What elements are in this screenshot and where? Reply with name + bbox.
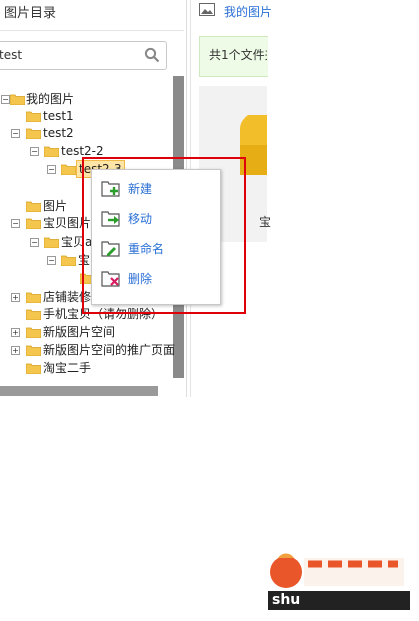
tree-node-label: 新版图片空间的推广页面: [43, 343, 176, 357]
folder-new-icon: [101, 181, 120, 197]
folder-icon: [10, 94, 25, 105]
folder-icon: [26, 111, 41, 122]
folder-delete-icon: [101, 271, 120, 287]
tree-node-label: test1: [43, 109, 74, 123]
collapse-toggle[interactable]: −: [47, 165, 56, 174]
tree-node-label: 我的图片: [26, 92, 75, 106]
collapse-toggle[interactable]: −: [47, 256, 56, 265]
collapse-toggle[interactable]: −: [30, 147, 39, 156]
collapse-toggle[interactable]: −: [11, 219, 20, 228]
expand-toggle[interactable]: +: [11, 346, 20, 355]
collapse-toggle[interactable]: −: [30, 238, 39, 247]
folder-move-icon: [101, 211, 120, 227]
expand-toggle[interactable]: +: [11, 328, 20, 337]
menu-item-rename[interactable]: 重命名: [92, 236, 220, 262]
folder-icon: [61, 255, 76, 266]
menu-item-delete[interactable]: 删除: [92, 266, 220, 292]
tree-node-label: 新版图片空间: [43, 325, 116, 339]
menu-item-label: 重命名: [128, 242, 165, 256]
tree-node-label: test2: [43, 126, 74, 140]
folder-rename-icon: [101, 241, 120, 257]
menu-item-label: 新建: [128, 182, 153, 196]
menu-item-move[interactable]: 移动: [92, 206, 220, 232]
search-input[interactable]: [0, 42, 139, 67]
search-box[interactable]: [0, 41, 167, 70]
breadcrumb[interactable]: 我的图片: [224, 3, 272, 20]
expand-toggle[interactable]: +: [11, 293, 20, 302]
search-icon[interactable]: [144, 47, 160, 63]
horizontal-scrollbar[interactable]: [0, 386, 158, 396]
folder-icon: [26, 201, 41, 212]
collapse-toggle[interactable]: −: [1, 95, 10, 104]
folder-count-text: 共1个文件夹: [209, 48, 267, 62]
divider: [0, 30, 184, 31]
folder-icon: [26, 309, 41, 320]
folder-icon: [26, 218, 41, 229]
menu-item-label: 删除: [128, 272, 153, 286]
folder-thumbnail-label: 宝: [259, 215, 272, 229]
collapse-toggle[interactable]: −: [11, 129, 20, 138]
menu-item-new[interactable]: 新建: [92, 176, 220, 202]
tree-node-label: 淘宝二手: [43, 361, 92, 375]
image-icon: [199, 3, 215, 16]
watermark-text: shu: [268, 591, 410, 610]
folder-icon: [26, 327, 41, 338]
menu-item-label: 移动: [128, 212, 153, 226]
context-menu: 新建 移动 重命名 删除: [91, 169, 221, 305]
folder-icon: [61, 164, 76, 175]
tree-node-label: 图片: [43, 199, 68, 213]
panel-title: 图片目录: [4, 6, 57, 21]
folder-icon: [44, 237, 59, 248]
folder-icon: [26, 292, 41, 303]
folder-icon: [26, 363, 41, 374]
folder-icon: [26, 128, 41, 139]
folder-icon: [26, 345, 41, 356]
folder-icon: [44, 146, 59, 157]
